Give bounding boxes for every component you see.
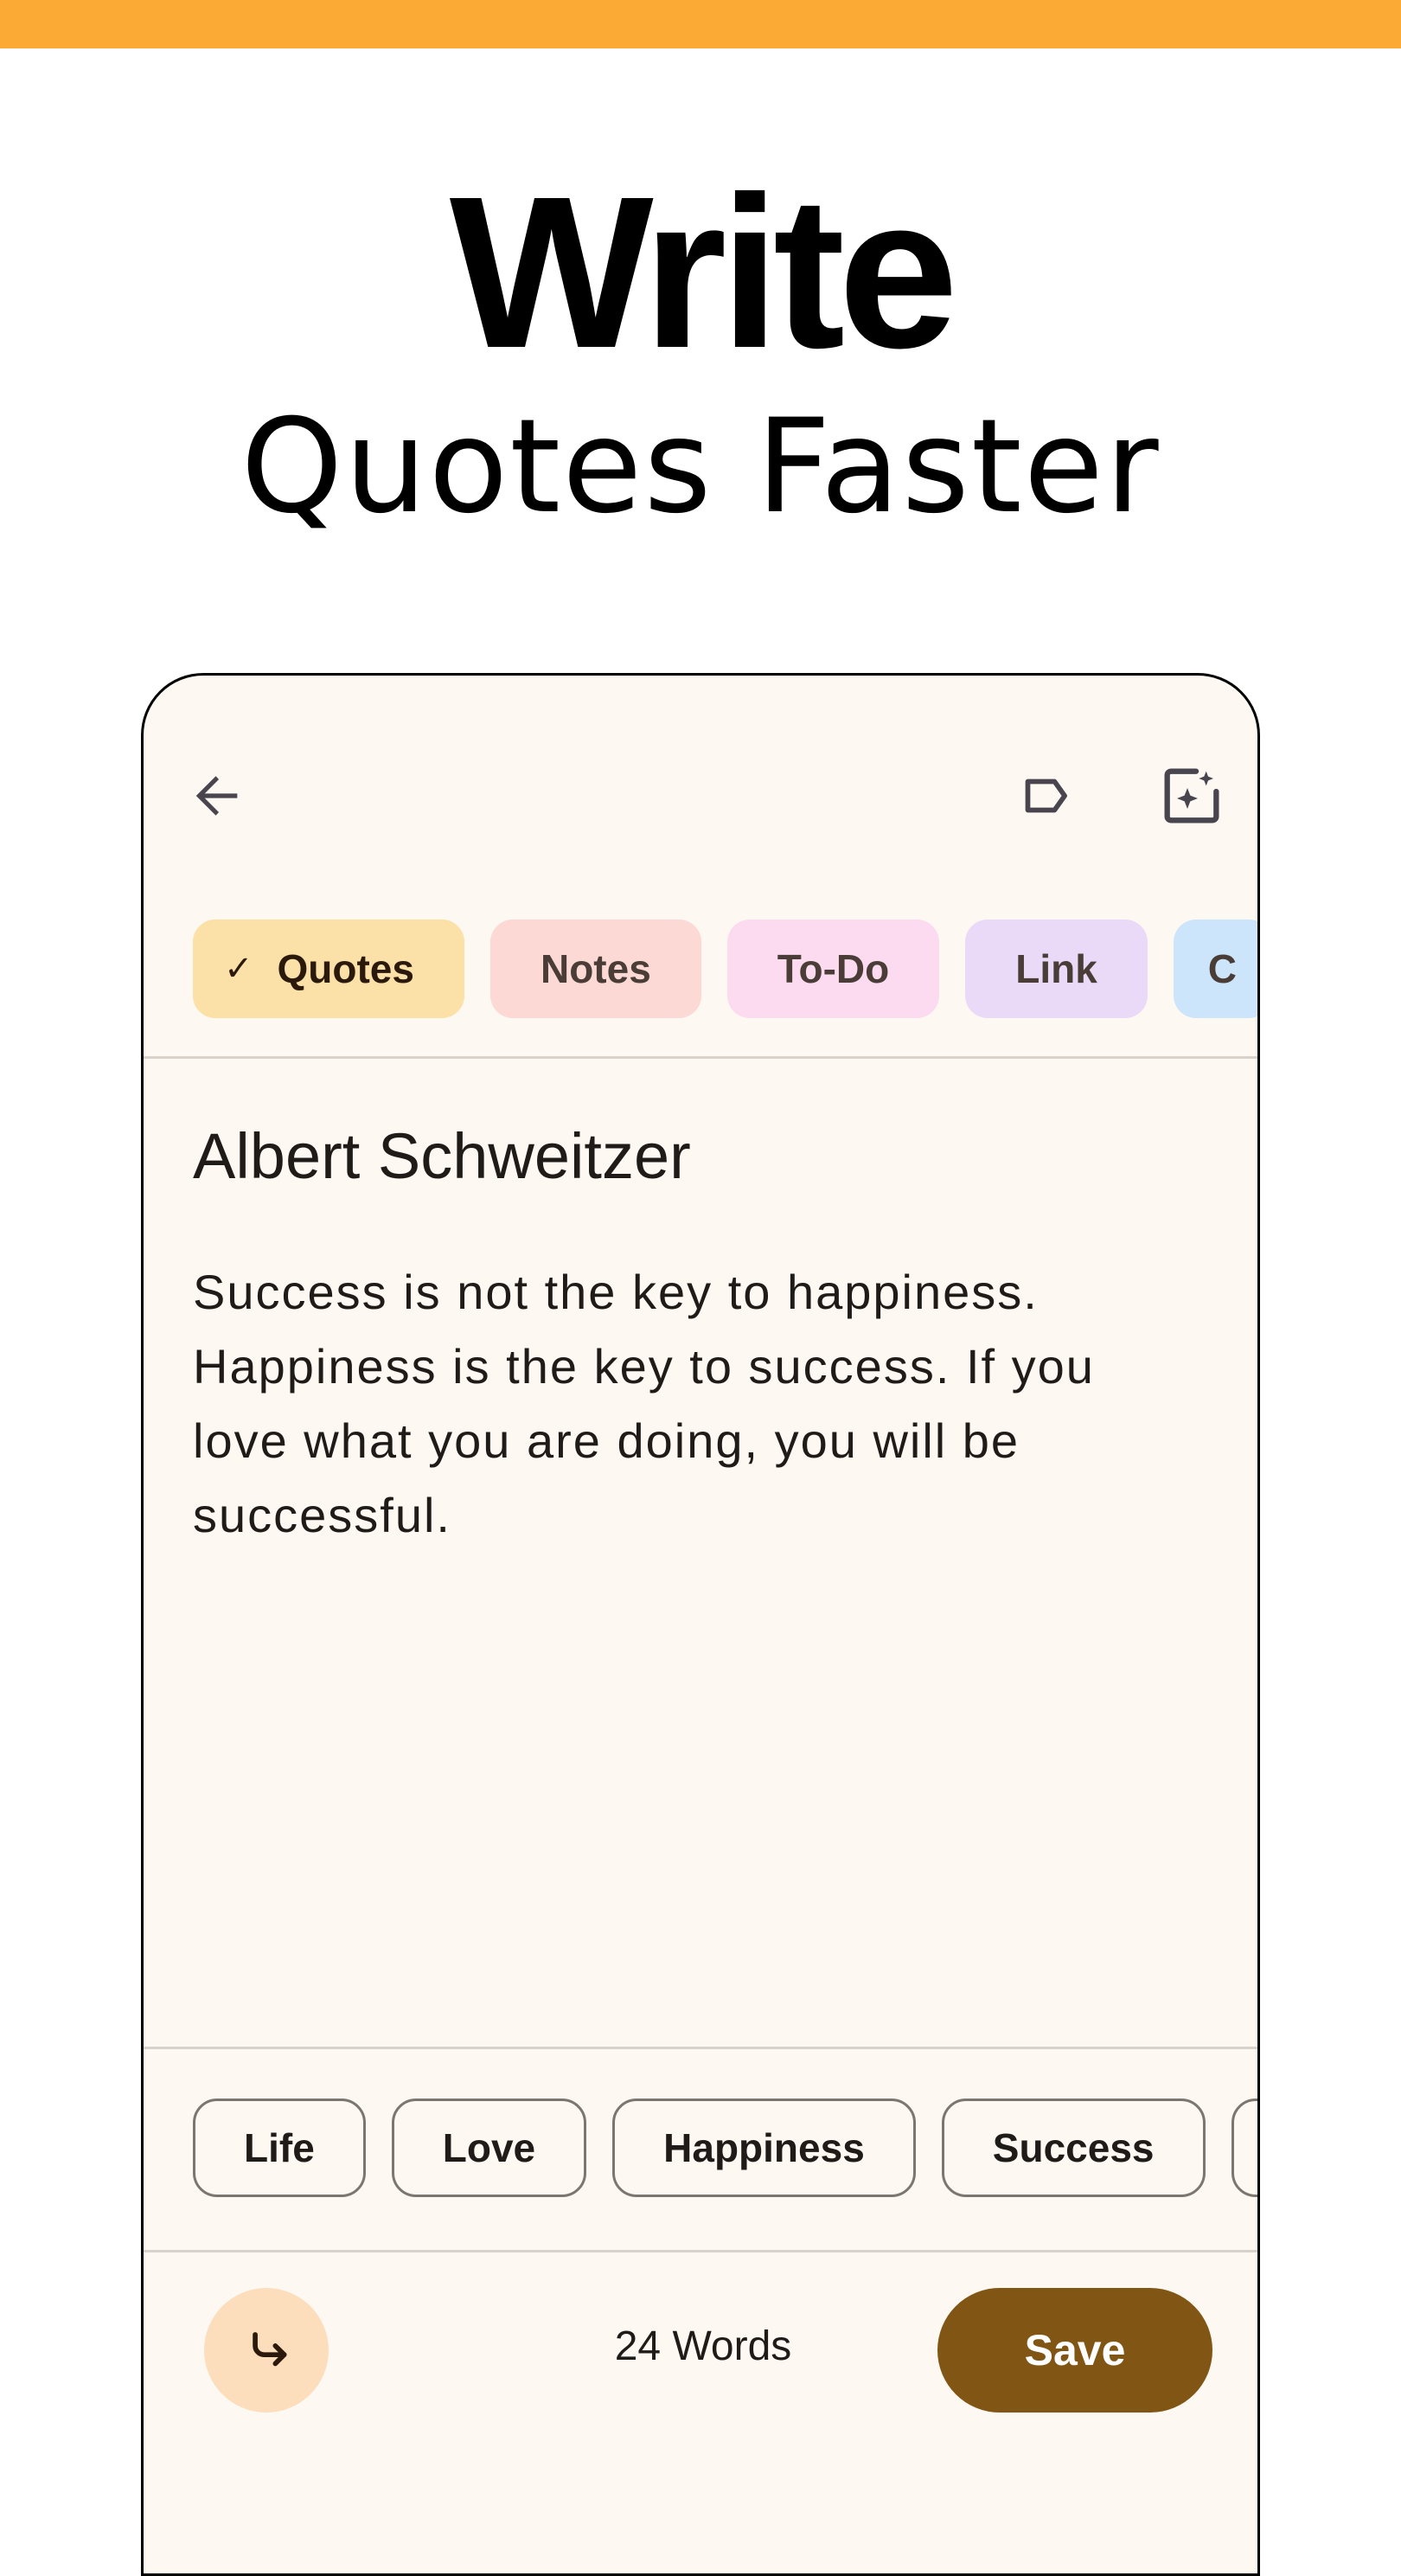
category-chips: ✓ Quotes Notes To-Do Link C <box>193 920 1257 1018</box>
chip-link[interactable]: Link <box>965 920 1148 1018</box>
tag-label: Happiness <box>663 2125 865 2170</box>
chip-notes[interactable]: Notes <box>489 920 701 1018</box>
tag-love[interactable]: Love <box>391 2099 587 2197</box>
save-button[interactable]: Save <box>937 2288 1212 2413</box>
chip-label: Quotes <box>277 946 414 991</box>
phone-frame: ✓ Quotes Notes To-Do Link C Albert Schwe… <box>141 673 1260 2576</box>
bottom-bar: 24 Words Save <box>144 2288 1257 2461</box>
chip-todo[interactable]: To-Do <box>726 920 940 1018</box>
tag-label: Success <box>992 2125 1155 2170</box>
tag-success[interactable]: Success <box>941 2099 1206 2197</box>
note-title-input[interactable]: Albert Schweitzer <box>193 1119 691 1193</box>
chip-quotes[interactable]: ✓ Quotes <box>193 920 464 1018</box>
divider <box>144 2047 1257 2049</box>
chip-partial[interactable]: C <box>1173 920 1257 1018</box>
label-button[interactable] <box>1008 757 1086 835</box>
promo-headline: Write <box>449 151 958 393</box>
tag-label: Life <box>244 2125 315 2170</box>
chip-label: C <box>1207 946 1238 991</box>
ai-assist-button[interactable] <box>1153 757 1231 835</box>
arrow-back-icon <box>195 776 238 816</box>
chip-label: Link <box>1015 946 1097 991</box>
tag-label: Love <box>442 2125 536 2170</box>
sparkle-edit-icon <box>1164 768 1219 823</box>
chip-label: Notes <box>540 946 651 991</box>
divider <box>144 1056 1257 1059</box>
tag-partial[interactable] <box>1231 2099 1257 2197</box>
tag-happiness[interactable]: Happiness <box>612 2099 916 2197</box>
check-icon: ✓ <box>224 950 253 988</box>
tag-list: Life Love Happiness Success <box>193 2099 1257 2197</box>
tag-life[interactable]: Life <box>193 2099 366 2197</box>
accent-bar <box>0 0 1401 48</box>
back-button[interactable] <box>178 757 256 835</box>
chip-label: To-Do <box>777 946 890 991</box>
divider <box>144 2250 1257 2252</box>
label-icon <box>1025 779 1067 813</box>
note-body-input[interactable]: Success is not the key to happiness. Hap… <box>193 1255 1187 1553</box>
promo-subline: Quotes Faster <box>240 392 1161 542</box>
